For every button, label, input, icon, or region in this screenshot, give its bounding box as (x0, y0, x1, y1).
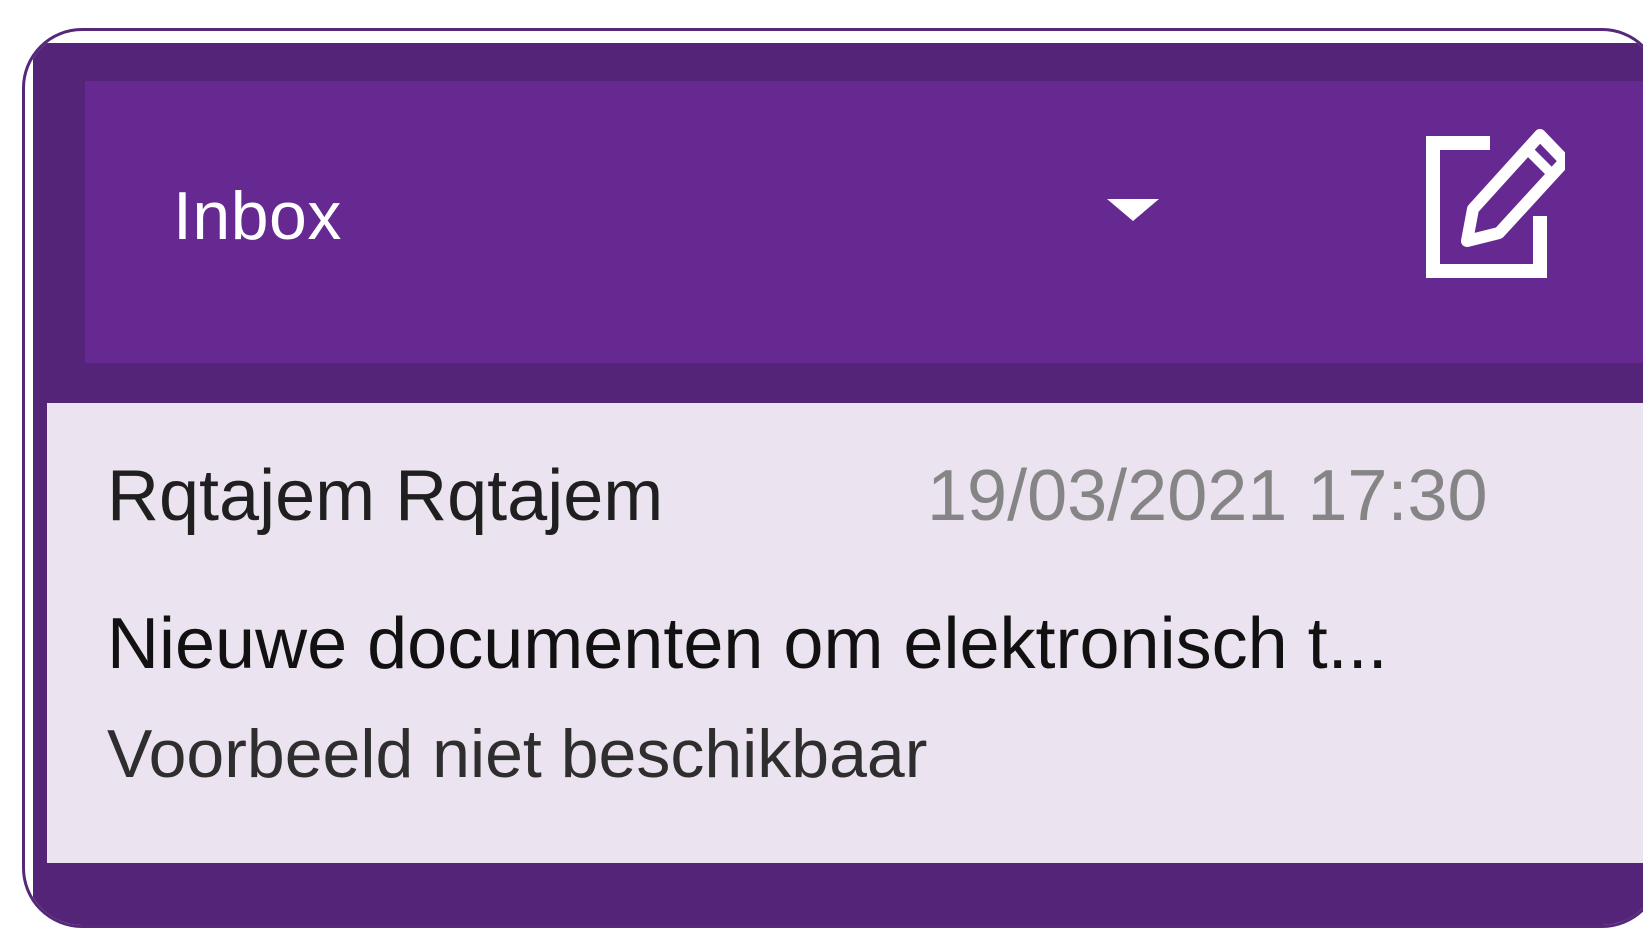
message-subject: Nieuwe documenten om elektronisch t... (107, 604, 1388, 684)
mail-header: Inbox (85, 81, 1643, 363)
message-list-item[interactable]: Rqtajem Rqtajem 19/03/2021 17:30 Nieuwe … (47, 403, 1643, 863)
caret-down-icon[interactable] (1107, 199, 1159, 221)
message-date: 19/03/2021 17:30 (927, 456, 1488, 536)
mail-app: Inbox Rqtajem Rqtajem 19/03/2021 17:30 N… (33, 43, 1643, 925)
message-preview: Voorbeeld niet beschikbaar (107, 716, 928, 792)
compose-icon[interactable] (1415, 121, 1565, 281)
mail-widget: Inbox Rqtajem Rqtajem 19/03/2021 17:30 N… (22, 28, 1643, 928)
folder-title[interactable]: Inbox (173, 177, 342, 255)
message-sender: Rqtajem Rqtajem (107, 456, 664, 536)
